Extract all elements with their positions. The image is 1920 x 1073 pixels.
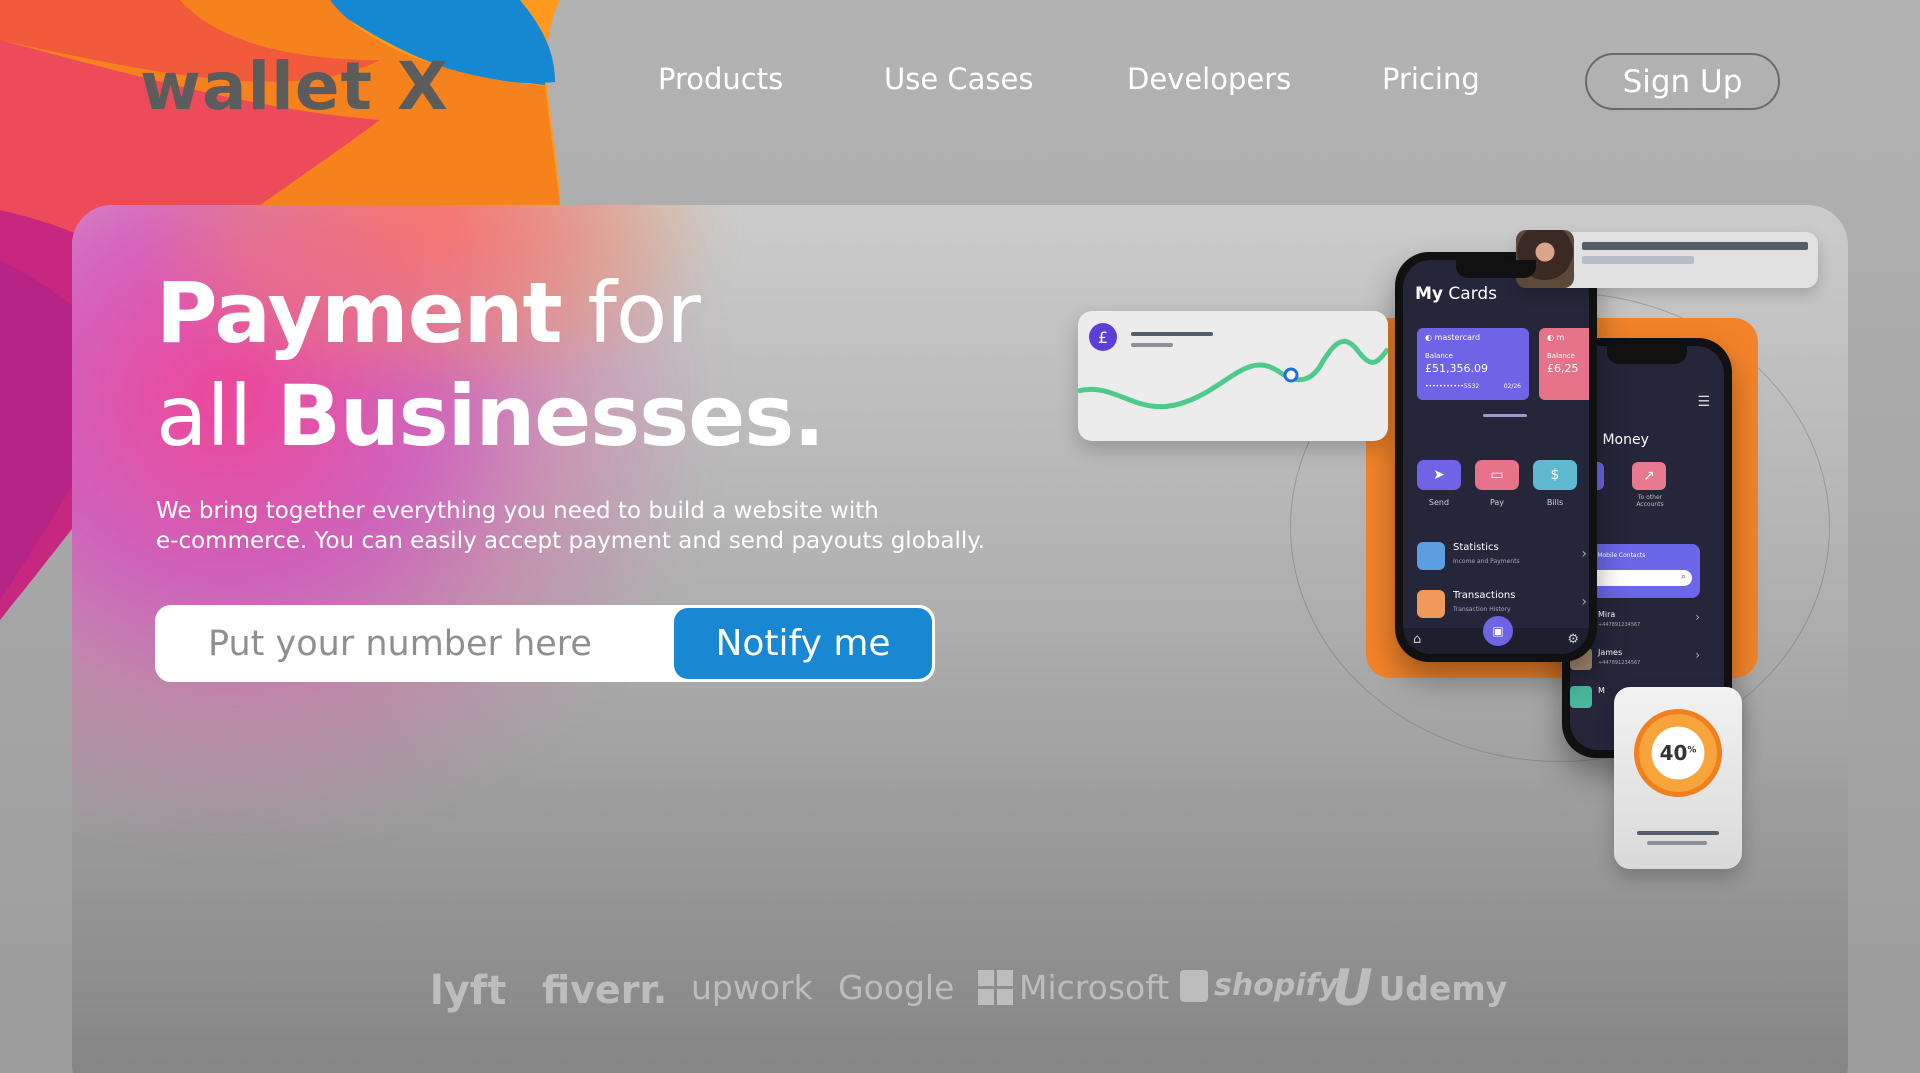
udemy-u-icon: U [1332, 959, 1373, 1017]
contact-phone: +447891234567 [1598, 660, 1641, 666]
phone-my-cards-screen: My Cards ◐ mastercard Balance £51,356.09… [1403, 260, 1589, 654]
nav-pricing[interactable]: Pricing [1382, 62, 1480, 96]
nav-developers[interactable]: Developers [1127, 62, 1291, 96]
headline-light-2: all [156, 367, 277, 465]
udemy-logo: U Udemy [1332, 959, 1508, 1017]
card-balance-label: Balance [1425, 352, 1453, 360]
chart-icon [1417, 542, 1445, 570]
other-accounts-label: To other Accounts [1636, 494, 1664, 508]
row-subtitle: Transaction History [1453, 606, 1511, 613]
card-brand: ◐ m [1547, 333, 1565, 342]
percent-value: 40% [1659, 741, 1697, 765]
card-brand: ◐ mastercard [1425, 333, 1481, 342]
avatar [1570, 686, 1592, 708]
contact-name: M [1598, 686, 1605, 695]
pay-action[interactable]: ▭ Pay [1475, 460, 1519, 507]
shopify-logo: shopify [1180, 968, 1338, 1003]
phone-my-cards: My Cards ◐ mastercard Balance £51,356.09… [1395, 252, 1597, 662]
phone-notch [1607, 346, 1687, 364]
headline-bold-1: Payment [156, 264, 563, 362]
phone-number-input[interactable] [208, 618, 648, 670]
card-icon: ▭ [1475, 460, 1519, 490]
card-pager-dots[interactable] [1483, 414, 1527, 417]
partner-logos: lyft fiverr. upwork Google Microsoft sho… [0, 959, 1920, 1018]
placeholder-bar [1637, 831, 1719, 835]
contact-name: James [1598, 648, 1623, 657]
percent-ring: 40% [1634, 709, 1722, 797]
subtitle-line-2: e-commerce. You can easily accept paymen… [156, 528, 985, 554]
second-card[interactable]: ◐ m Balance £6,25 [1539, 328, 1589, 400]
row-title: Transactions [1453, 590, 1516, 601]
subtitle-line-1: We bring together everything you need to… [156, 498, 879, 524]
menu-icon[interactable]: ☰ [1697, 394, 1710, 410]
send-label: Send [1428, 498, 1450, 507]
chevron-right-icon: › [1695, 648, 1700, 662]
row-title: Statistics [1453, 542, 1499, 553]
percent-widget: 40% [1614, 687, 1742, 869]
balance-line-graph [1078, 338, 1388, 410]
notify-form: Notify me [155, 605, 935, 682]
google-logo: Google [838, 968, 955, 1007]
chevron-right-icon: › [1695, 610, 1700, 624]
microsoft-logo: Microsoft [978, 968, 1169, 1007]
send-action[interactable]: ➤ Send [1417, 460, 1461, 507]
bills-action[interactable]: $ Bills [1533, 460, 1577, 507]
card-number-row: •••••••••••5532 02/26 [1425, 383, 1521, 390]
gear-icon[interactable]: ⚙ [1567, 632, 1579, 647]
upwork-logo: upwork [691, 968, 813, 1007]
transfer-icon [1417, 590, 1445, 618]
udemy-wordmark: Udemy [1378, 968, 1508, 1008]
placeholder-bar [1582, 256, 1694, 264]
phone-notch [1456, 260, 1536, 278]
notify-me-button[interactable]: Notify me [674, 608, 932, 679]
row-subtitle: Income and Payments [1453, 558, 1520, 565]
balance-graph-widget: £ [1078, 311, 1388, 441]
card-balance-amount: £6,25 [1547, 362, 1579, 375]
lyft-logo: lyft [430, 968, 507, 1014]
contact-phone: +447891234567 [1598, 622, 1641, 628]
card-expiry: 02/26 [1503, 383, 1521, 390]
shopify-bag-icon [1180, 969, 1208, 1002]
microsoft-icon [978, 970, 1013, 1005]
placeholder-bar [1647, 841, 1707, 845]
pay-label: Pay [1489, 498, 1505, 507]
hero-headline: Payment for all Businesses. [156, 262, 825, 468]
nav-products[interactable]: Products [658, 62, 783, 96]
send-icon: ➤ [1417, 460, 1461, 490]
headline-light-1: for [561, 264, 701, 362]
contact-name: Mira [1598, 610, 1616, 619]
chevron-right-icon: › [1581, 594, 1587, 610]
contact-row[interactable]: James +447891234567 › [1570, 646, 1710, 676]
chevron-right-icon: › [1581, 546, 1587, 562]
mastercard-card[interactable]: ◐ mastercard Balance £51,356.09 ••••••••… [1417, 328, 1529, 400]
home-icon[interactable]: ⌂ [1413, 632, 1421, 647]
card-balance-amount: £51,356.09 [1425, 362, 1488, 375]
other-accounts-icon[interactable]: ↗ [1632, 462, 1666, 490]
bills-label: Bills [1546, 498, 1564, 507]
hero-subtitle: We bring together everything you need to… [156, 496, 1056, 556]
statistics-row[interactable]: Statistics Income and Payments › [1417, 538, 1587, 578]
shopify-wordmark: shopify [1214, 968, 1339, 1003]
card-number: •••••••••••5532 [1425, 383, 1480, 390]
fiverr-logo: fiverr. [542, 968, 668, 1012]
nav-use-cases[interactable]: Use Cases [884, 62, 1033, 96]
microsoft-wordmark: Microsoft [1019, 968, 1170, 1007]
sign-up-button[interactable]: Sign Up [1585, 53, 1780, 110]
card-balance-label: Balance [1547, 352, 1575, 360]
headline-bold-2: Businesses. [276, 367, 825, 465]
wallet-icon[interactable]: ▣ [1483, 616, 1513, 646]
placeholder-bar [1582, 242, 1808, 250]
bill-icon: $ [1533, 460, 1577, 490]
phone-tab-bar: ⌂ ▣ ⚙ [1403, 616, 1589, 654]
search-icon: ⌕ [1680, 572, 1686, 582]
my-cards-title: My Cards [1415, 284, 1498, 304]
avatar [1516, 230, 1574, 288]
graph-marker[interactable] [1283, 367, 1299, 383]
